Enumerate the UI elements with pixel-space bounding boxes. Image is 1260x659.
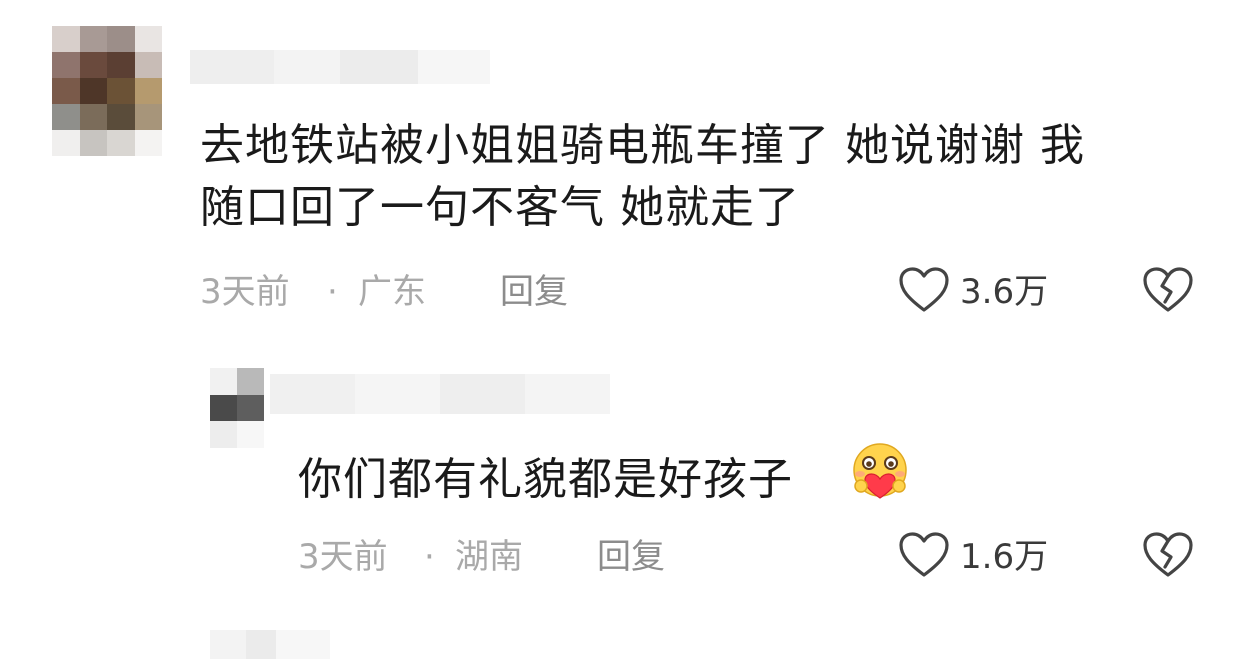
meta-separator: · <box>327 272 338 312</box>
comment-text: 你们都有礼貌都是好孩子 <box>298 454 793 505</box>
avatar[interactable] <box>52 26 162 156</box>
comment-location: 湖南 <box>455 537 523 577</box>
comment-time: 3天前 <box>200 272 290 312</box>
like-heart-icon[interactable] <box>898 531 950 579</box>
username-blurred[interactable] <box>270 374 610 414</box>
reply-button[interactable]: 回复 <box>500 272 568 312</box>
reply-button[interactable]: 回复 <box>597 537 665 577</box>
dislike-broken-heart-icon[interactable] <box>1142 531 1194 579</box>
meta-separator: · <box>424 537 435 577</box>
avatar[interactable] <box>210 368 264 448</box>
like-heart-icon[interactable] <box>898 266 950 314</box>
like-count: 3.6万 <box>960 272 1049 312</box>
comment-text: 去地铁站被小姐姐骑电瓶车撞了 她说谢谢 我 <box>200 120 1085 171</box>
heart-hug-emoji-icon <box>846 442 914 502</box>
username-blurred[interactable] <box>190 50 490 84</box>
comment-time: 3天前 <box>298 537 388 577</box>
next-comment-avatar-partial <box>210 630 330 659</box>
like-count: 1.6万 <box>960 537 1049 577</box>
dislike-broken-heart-icon[interactable] <box>1142 266 1194 314</box>
comment-text: 随口回了一句不客气 她就走了 <box>200 182 800 233</box>
comment-location: 广东 <box>358 272 426 312</box>
